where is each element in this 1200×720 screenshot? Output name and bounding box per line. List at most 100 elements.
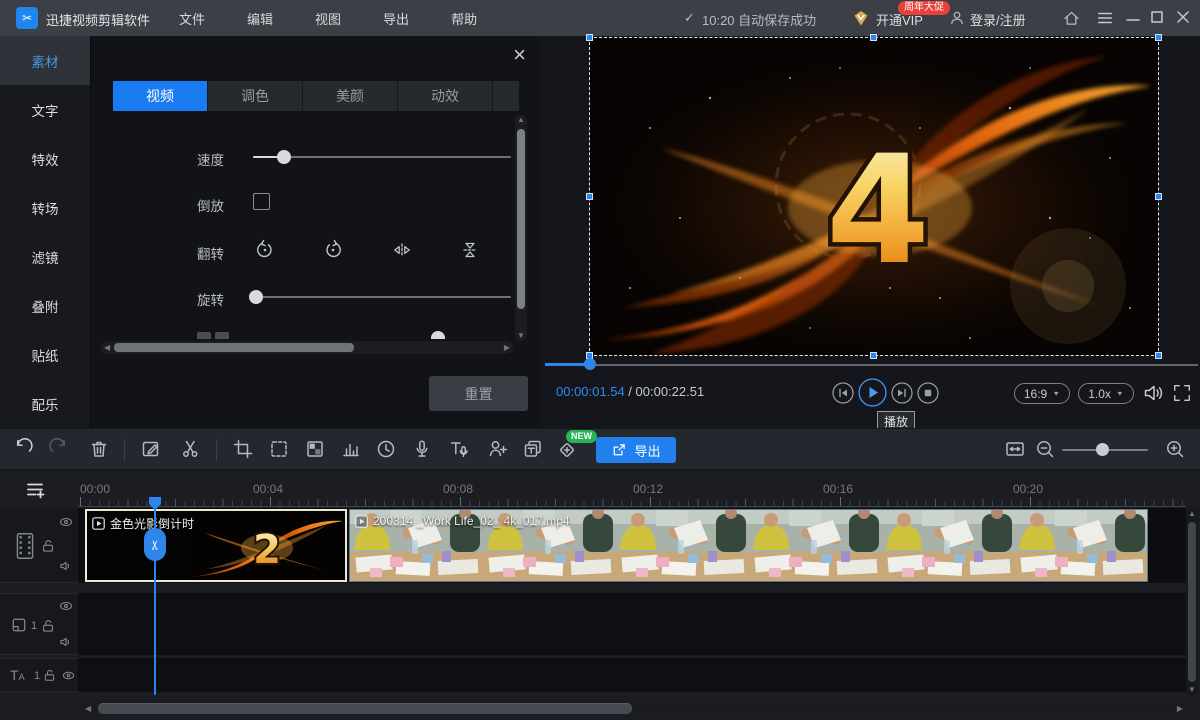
sidebar-item-media[interactable]: 素材 xyxy=(0,36,90,85)
freeze-frame-icon[interactable] xyxy=(268,438,290,460)
sidebar-item-stickers[interactable]: 贴纸 xyxy=(0,330,90,379)
preview-seekbar[interactable] xyxy=(545,358,1198,370)
timeline-zoom-slider[interactable] xyxy=(1062,449,1148,451)
fit-timeline-icon[interactable] xyxy=(1004,438,1026,460)
eye-icon[interactable] xyxy=(58,598,74,614)
playhead-split-button[interactable]: ✂ xyxy=(144,528,166,561)
scroll-down-icon[interactable]: ▼ xyxy=(517,332,525,340)
sidebar-item-overlays[interactable]: 叠附 xyxy=(0,281,90,330)
minimize-button[interactable] xyxy=(1126,12,1140,24)
tab-beauty[interactable]: 美颜 xyxy=(303,81,398,111)
panel-vertical-scroll-thumb[interactable] xyxy=(517,129,525,309)
panel-vertical-scrollbar[interactable]: ▲ ▼ xyxy=(515,115,527,341)
speed-slider[interactable] xyxy=(253,156,511,158)
flip-horizontal-button[interactable] xyxy=(391,239,413,261)
selection-handle-e[interactable] xyxy=(1155,193,1162,200)
tab-color[interactable]: 调色 xyxy=(208,81,303,111)
reset-button[interactable]: 重置 xyxy=(429,376,528,411)
undo-icon[interactable] xyxy=(12,438,34,460)
selection-handle-nw[interactable] xyxy=(586,34,593,41)
play-button[interactable] xyxy=(858,378,887,407)
reverse-checkbox[interactable] xyxy=(253,193,270,210)
scroll-left-icon[interactable]: ◀ xyxy=(85,705,91,713)
selection-handle-ne[interactable] xyxy=(1155,34,1162,41)
delete-icon[interactable] xyxy=(88,438,110,460)
record-voice-icon[interactable] xyxy=(411,438,433,460)
playback-speed-select[interactable]: 1.0x ▼ xyxy=(1078,383,1134,404)
subtitle-icon[interactable] xyxy=(522,438,544,460)
next-frame-button[interactable] xyxy=(891,382,913,404)
sidebar-item-text[interactable]: 文字 xyxy=(0,85,90,134)
clip-countdown[interactable]: 2 金色光影倒计时 xyxy=(85,509,347,582)
flip-vertical-button[interactable] xyxy=(459,239,481,261)
timeline-ruler[interactable] xyxy=(80,497,1186,506)
tab-motion[interactable]: 动效 xyxy=(398,81,493,111)
menu-view[interactable]: 视图 xyxy=(294,9,362,28)
panel-close-icon[interactable]: × xyxy=(513,44,526,66)
tab-video[interactable]: 视频 xyxy=(113,81,208,111)
beat-detect-icon[interactable] xyxy=(340,438,362,460)
prev-frame-button[interactable] xyxy=(832,382,854,404)
scroll-right-icon[interactable]: ▶ xyxy=(1177,705,1183,713)
rotate-slider-handle[interactable] xyxy=(249,290,263,304)
sidebar-item-music[interactable]: 配乐 xyxy=(0,379,90,428)
scroll-right-icon[interactable]: ▶ xyxy=(504,344,510,352)
scroll-left-icon[interactable]: ◀ xyxy=(104,344,110,352)
speed-slider-handle[interactable] xyxy=(277,150,291,164)
video-canvas[interactable]: 4 xyxy=(590,38,1158,355)
playhead-marker[interactable] xyxy=(148,496,162,511)
lock-icon[interactable] xyxy=(42,668,57,683)
scroll-up-icon[interactable]: ▲ xyxy=(517,116,525,124)
track-volume-icon[interactable] xyxy=(58,558,74,574)
sidebar-item-effects[interactable]: 特效 xyxy=(0,134,90,183)
text-track-row[interactable] xyxy=(78,658,1186,692)
home-icon[interactable] xyxy=(1062,9,1081,28)
crop-icon[interactable] xyxy=(232,438,254,460)
scroll-down-icon[interactable]: ▼ xyxy=(1188,686,1196,694)
zoom-in-icon[interactable] xyxy=(1164,438,1186,460)
rotate-ccw-button[interactable] xyxy=(254,239,276,261)
stop-button[interactable] xyxy=(917,382,939,404)
pip-track-row[interactable] xyxy=(78,593,1186,655)
zoom-out-icon[interactable] xyxy=(1034,438,1056,460)
clip-worklife[interactable]: 200314 _Work Life_02_ 4k_017.mp4 xyxy=(349,509,1148,582)
redo-icon[interactable] xyxy=(48,438,70,460)
timeline-vertical-scroll-thumb[interactable] xyxy=(1188,522,1196,682)
timeline-horizontal-scroll-thumb[interactable] xyxy=(98,703,632,714)
main-menu-icon[interactable] xyxy=(1096,10,1114,26)
rotate-slider[interactable] xyxy=(253,296,511,298)
add-track-icon[interactable] xyxy=(26,480,46,500)
mosaic-icon[interactable] xyxy=(304,438,326,460)
timeline-horizontal-scrollbar[interactable]: ◀ ▶ xyxy=(80,701,1188,716)
selection-handle-w[interactable] xyxy=(586,193,593,200)
scroll-up-icon[interactable]: ▲ xyxy=(1188,510,1196,518)
fullscreen-icon[interactable] xyxy=(1172,383,1192,403)
selection-handle-n[interactable] xyxy=(870,34,877,41)
sidebar-item-transitions[interactable]: 转场 xyxy=(0,183,90,232)
aspect-ratio-select[interactable]: 16:9 ▼ xyxy=(1014,383,1070,404)
maximize-button[interactable] xyxy=(1150,10,1164,24)
panel-horizontal-scroll-thumb[interactable] xyxy=(114,343,354,352)
panel-horizontal-scrollbar[interactable]: ◀ ▶ xyxy=(101,341,513,354)
voice-changer-icon[interactable] xyxy=(487,438,509,460)
seekbar-handle[interactable] xyxy=(584,358,596,370)
text-to-speech-icon[interactable] xyxy=(448,438,470,460)
track-volume-icon[interactable] xyxy=(58,634,74,650)
menu-export[interactable]: 导出 xyxy=(362,9,430,28)
lock-icon[interactable] xyxy=(40,618,56,634)
timeline-zoom-handle[interactable] xyxy=(1096,443,1109,456)
duration-clock-icon[interactable] xyxy=(375,438,397,460)
lock-icon[interactable] xyxy=(40,538,56,554)
login-button[interactable]: 登录/注册 xyxy=(970,10,1026,29)
sidebar-item-filters[interactable]: 滤镜 xyxy=(0,232,90,281)
close-button[interactable] xyxy=(1176,10,1190,24)
menu-help[interactable]: 帮助 xyxy=(430,9,498,28)
eye-icon[interactable] xyxy=(61,668,76,683)
tab-scale[interactable]: 缩放 xyxy=(493,81,519,111)
export-button[interactable]: 导出 xyxy=(596,437,676,463)
edit-icon[interactable] xyxy=(140,438,162,460)
split-scissors-icon[interactable] xyxy=(180,438,202,460)
eye-icon[interactable] xyxy=(58,514,74,530)
menu-edit[interactable]: 编辑 xyxy=(226,9,294,28)
timeline-vertical-scrollbar[interactable]: ▲ ▼ xyxy=(1186,508,1198,696)
